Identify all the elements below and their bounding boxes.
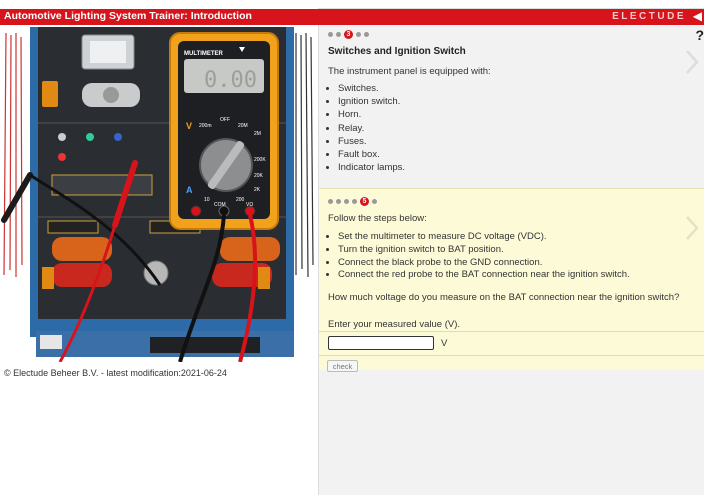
right-pane: ? 3 Switches and Ignition Switch The ins… <box>318 25 704 495</box>
svg-text:COM: COM <box>214 202 226 208</box>
svg-text:20M: 20M <box>238 123 248 129</box>
indicator-lamp <box>42 81 58 107</box>
svg-text:200K: 200K <box>254 157 266 163</box>
right-wires <box>295 32 314 278</box>
copyright-text: © Electude Beheer B.V. - latest modifica… <box>4 368 227 378</box>
step-dot[interactable] <box>372 199 377 204</box>
fuse-box <box>51 174 153 196</box>
next-arrow-icon[interactable] <box>685 49 699 75</box>
voltage-input[interactable] <box>328 336 434 350</box>
step-dot-active[interactable]: 5 <box>360 197 369 206</box>
svg-text:V: V <box>186 121 192 131</box>
svg-text:20K: 20K <box>254 173 264 179</box>
svg-text:10: 10 <box>204 197 210 203</box>
left-pane: MULTIMETER 0.00 V 200m OFF 20M 2M 200K 2… <box>0 25 318 495</box>
next-arrow-icon[interactable] <box>685 215 699 241</box>
trainer-image: MULTIMETER 0.00 V 200m OFF 20M 2M 200K 2… <box>0 25 318 363</box>
top-strip-right <box>318 0 704 9</box>
step-dot[interactable] <box>364 32 369 37</box>
tail-lamp <box>52 237 112 261</box>
unit-label: V <box>441 338 448 349</box>
svg-text:2M: 2M <box>254 131 261 137</box>
title-bar: Automotive Lighting System Trainer: Intr… <box>0 9 704 25</box>
list-item: Turn the ignition switch to BAT position… <box>338 244 630 257</box>
list-item: Connect the red probe to the BAT connect… <box>338 269 630 282</box>
step-dot[interactable] <box>352 199 357 204</box>
svg-text:200: 200 <box>236 197 245 203</box>
list-item: Switches. <box>338 82 405 95</box>
section-heading: Switches and Ignition Switch <box>328 46 466 57</box>
step-dots: 3 <box>328 30 369 39</box>
top-strip <box>0 0 704 9</box>
step-dot[interactable] <box>328 199 333 204</box>
list-item: Fault box. <box>338 148 405 161</box>
divider <box>319 355 704 356</box>
meter-label: MULTIMETER <box>184 51 224 57</box>
divider <box>319 331 704 332</box>
task-steps: Set the multimeter to measure DC voltage… <box>328 231 630 282</box>
tail-lamp <box>220 237 280 261</box>
brand-logo: ELECTUDE <box>612 11 686 22</box>
step-dot[interactable] <box>336 32 341 37</box>
equipment-list: Switches. Ignition switch. Horn. Relay. … <box>328 82 405 174</box>
section-intro: The instrument panel is equipped with: <box>328 66 491 77</box>
svg-text:2K: 2K <box>254 187 261 193</box>
list-item: Connect the black probe to the GND conne… <box>338 257 630 270</box>
left-wires <box>3 32 23 277</box>
list-item: Set the multimeter to measure DC voltage… <box>338 231 630 244</box>
task-instruction: Enter your measured value (V). <box>328 319 461 330</box>
svg-text:OFF: OFF <box>220 117 230 123</box>
step-dot[interactable] <box>344 199 349 204</box>
list-item: Horn. <box>338 108 405 121</box>
panel-info: 3 Switches and Ignition Switch The instr… <box>319 25 704 187</box>
collapse-chevron-icon[interactable]: ◀ <box>693 9 702 23</box>
list-item: Fuses. <box>338 135 405 148</box>
step-dot-active[interactable]: 3 <box>344 30 353 39</box>
list-item: Relay. <box>338 122 405 135</box>
list-item: Indicator lamps. <box>338 161 405 174</box>
trainer-illustration: MULTIMETER 0.00 V 200m OFF 20M 2M 200K 2… <box>1 27 314 363</box>
step-dots: 5 <box>328 197 377 206</box>
page-title: Automotive Lighting System Trainer: Intr… <box>4 10 252 22</box>
step-dot[interactable] <box>356 32 361 37</box>
panel-task: 5 Follow the steps below: Set the multim… <box>319 188 704 372</box>
task-intro: Follow the steps below: <box>328 213 427 224</box>
list-item: Ignition switch. <box>338 95 405 108</box>
svg-text:VΩ: VΩ <box>246 202 253 208</box>
svg-text:200m: 200m <box>199 123 212 129</box>
step-dot[interactable] <box>336 199 341 204</box>
check-button[interactable]: check <box>327 360 358 372</box>
svg-text:A: A <box>186 185 193 195</box>
meter-display-value: 0.00 <box>204 68 257 93</box>
step-dot[interactable] <box>328 32 333 37</box>
task-question: How much voltage do you measure on the B… <box>328 292 680 303</box>
